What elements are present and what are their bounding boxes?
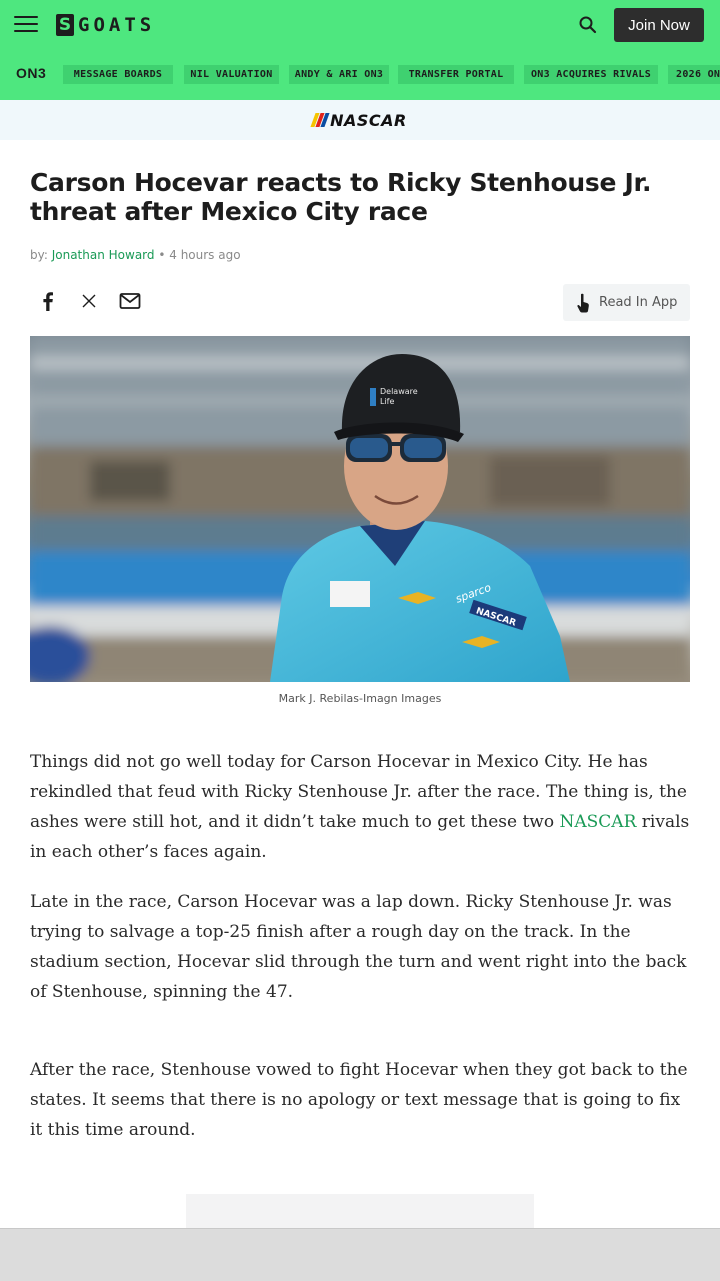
article-headline: Carson Hocevar reacts to Ricky Stenhouse… — [30, 168, 652, 226]
author-link[interactable]: Jonathan Howard — [52, 248, 155, 262]
email-icon[interactable] — [119, 290, 141, 312]
category-label: NASCAR — [330, 110, 407, 130]
article-hero-image: NASCAR sparco Delaware Life — [30, 336, 690, 682]
tap-hand-icon — [577, 293, 589, 312]
hamburger-icon[interactable] — [14, 16, 38, 34]
hero-illustration: NASCAR sparco Delaware Life — [30, 336, 690, 682]
byline-separator: • — [158, 248, 166, 262]
nascar-inline-link[interactable]: NASCAR — [560, 812, 637, 832]
on3-logo[interactable]: ON3 — [16, 65, 46, 81]
nav-item-2026[interactable]: 2026 ON — [668, 65, 720, 84]
logo-text: GOATS — [78, 14, 156, 36]
read-in-app-label: Read In App — [599, 295, 678, 310]
read-in-app-button[interactable]: Read In App — [563, 284, 690, 321]
nav-bar: ON3 MESSAGE BOARDS NIL VALUATION ANDY & … — [0, 64, 720, 86]
article-paragraph-1: Things did not go well today for Carson … — [30, 747, 692, 867]
nascar-logo[interactable]: NASCAR — [310, 110, 407, 130]
logo-mark: S — [56, 14, 74, 36]
nav-item-andy-ari[interactable]: ANDY & ARI ON3 — [289, 65, 389, 84]
nav-item-on3-acquires-rivals[interactable]: ON3 ACQUIRES RIVALS — [524, 65, 658, 84]
byline-prefix: by: — [30, 248, 48, 262]
byline: by: Jonathan Howard • 4 hours ago — [30, 248, 241, 262]
nav-item-message-boards[interactable]: MESSAGE BOARDS — [63, 65, 173, 84]
cap-logo-line1: Delaware — [380, 387, 418, 396]
cap-logo-line2: Life — [380, 397, 394, 406]
nav-item-nil-valuation[interactable]: NIL VALUATION — [184, 65, 279, 84]
x-icon[interactable] — [78, 290, 100, 312]
nav-item-transfer-portal[interactable]: TRANSFER PORTAL — [398, 65, 514, 84]
article-paragraph-3: After the race, Stenhouse vowed to fight… — [30, 1060, 688, 1140]
category-band: NASCAR — [0, 100, 720, 140]
search-icon[interactable] — [578, 15, 598, 35]
join-now-button[interactable]: Join Now — [614, 8, 704, 42]
site-logo[interactable]: S GOATS — [56, 12, 155, 38]
bottom-bar — [0, 1228, 720, 1281]
image-caption: Mark J. Rebilas-Imagn Images — [278, 692, 442, 705]
nascar-stripes — [310, 113, 330, 127]
site-header: S GOATS Join Now ON3 MESSAGE BOARDS NIL … — [0, 0, 720, 100]
facebook-icon[interactable] — [37, 290, 59, 312]
article-paragraph-2: Late in the race, Carson Hocevar was a l… — [30, 892, 687, 1002]
publish-time: 4 hours ago — [169, 248, 241, 262]
